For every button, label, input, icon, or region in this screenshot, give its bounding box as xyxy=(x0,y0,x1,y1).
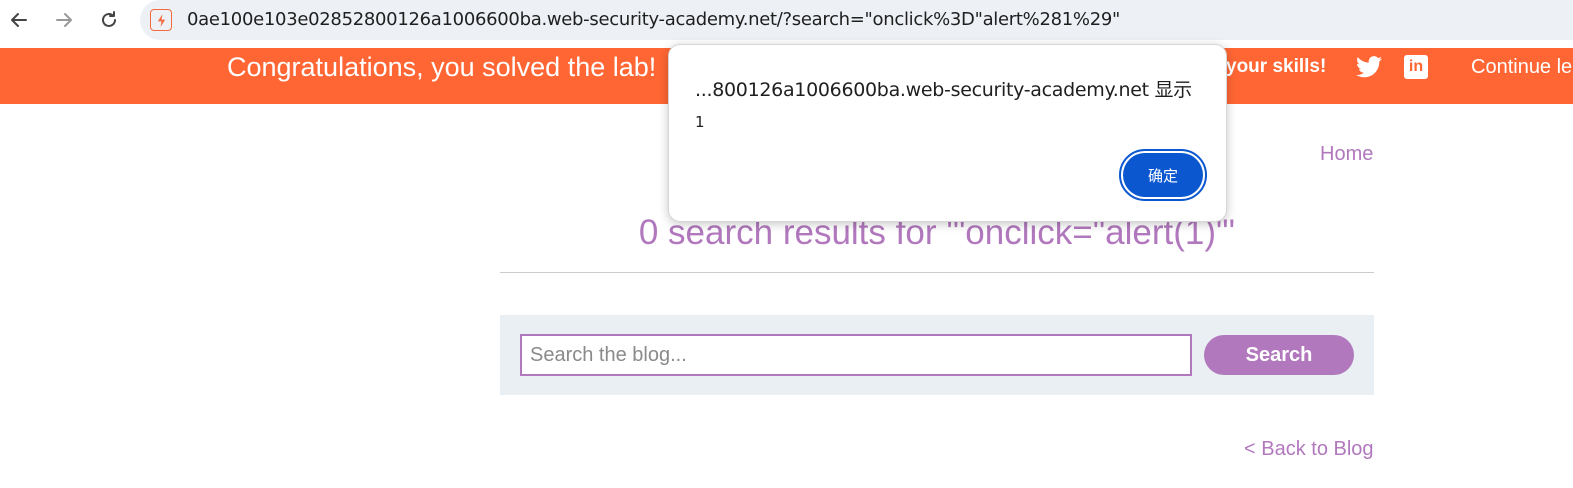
linkedin-label: in xyxy=(1408,58,1424,75)
dialog-ok-button[interactable]: 确定 xyxy=(1119,149,1207,201)
alert-dialog: ...800126a1006600ba.web-security-academy… xyxy=(668,44,1227,222)
search-input[interactable] xyxy=(520,334,1192,376)
browser-toolbar: 0ae100e103e02852800126a1006600ba.web-sec… xyxy=(0,0,1573,48)
search-panel: Search xyxy=(500,315,1374,395)
dialog-ok-label: 确定 xyxy=(1123,153,1203,197)
dialog-message: 1 xyxy=(695,113,705,131)
twitter-icon[interactable] xyxy=(1356,56,1382,78)
dialog-title: ...800126a1006600ba.web-security-academy… xyxy=(695,79,1192,101)
url-text[interactable]: 0ae100e103e02852800126a1006600ba.web-sec… xyxy=(187,9,1120,30)
address-bar[interactable]: 0ae100e103e02852800126a1006600ba.web-sec… xyxy=(140,0,1573,40)
continue-link[interactable]: Continue le xyxy=(1471,56,1572,79)
back-to-blog-link[interactable]: < Back to Blog xyxy=(1244,438,1374,461)
share-skills-text: your skills! xyxy=(1226,56,1327,77)
banner-message: Congratulations, you solved the lab! xyxy=(227,52,657,82)
lightning-icon[interactable] xyxy=(150,9,172,31)
search-button[interactable]: Search xyxy=(1204,335,1354,375)
home-link[interactable]: Home xyxy=(1320,143,1373,166)
linkedin-icon[interactable]: in xyxy=(1404,55,1428,79)
forward-arrow-icon[interactable] xyxy=(52,8,76,32)
reload-icon[interactable] xyxy=(97,8,121,32)
divider xyxy=(500,272,1374,273)
back-arrow-icon[interactable] xyxy=(7,8,31,32)
